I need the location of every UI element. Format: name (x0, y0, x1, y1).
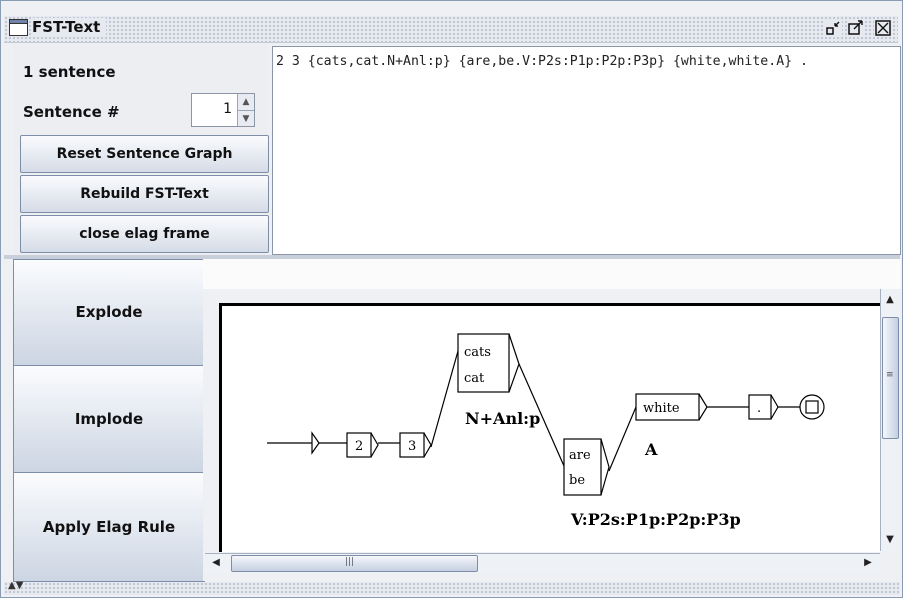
scroll-up-icon[interactable]: ▲ (881, 291, 899, 309)
spinner-down-icon[interactable]: ▼ (238, 110, 254, 127)
box-cats-arrow (508, 333, 520, 393)
spinner-arrows: ▲ ▼ (237, 94, 254, 126)
box-are-arrow (600, 438, 610, 496)
box-cats-label-2: cat (464, 371, 485, 386)
box-3-label: 3 (408, 439, 416, 454)
spinner-up-icon[interactable]: ▲ (238, 94, 254, 110)
sentence-number-label: Sentence # (23, 103, 120, 121)
graph-edge (430, 350, 459, 448)
window-title: FST-Text (32, 18, 107, 36)
box-3-arrow (423, 432, 432, 458)
explode-button[interactable]: Explode (13, 259, 205, 366)
scroll-down-icon[interactable]: ▼ (881, 531, 899, 549)
sentence-number-spinner[interactable]: 1 ▲ ▼ (191, 93, 255, 127)
sentence-graph: 2 3 cats cat are be white . N+Anl:p V:P2… (267, 333, 825, 529)
box-are-label-2: be (569, 473, 585, 488)
scroll-corner (880, 553, 899, 572)
box-dot-arrow (770, 394, 779, 420)
apply-elag-rule-button[interactable]: Apply Elag Rule (13, 472, 205, 582)
sentence-text-area[interactable]: 2 3 {cats,cat.N+Anl:p} {are,be.V:P2s:P1p… (272, 46, 901, 255)
final-state-outer (799, 394, 825, 420)
sentence-text[interactable]: 2 3 {cats,cat.N+Anl:p} {are,be.V:P2s:P1p… (273, 47, 900, 70)
initial-state-arrow (311, 431, 320, 455)
grip-icon: ≡ (886, 370, 894, 380)
sentence-panel: 1 sentence Sentence # 1 ▲ ▼ Reset Senten… (13, 43, 269, 255)
scroll-right-icon[interactable]: ▶ (859, 554, 877, 572)
box-are-label-1: are (569, 448, 591, 463)
reset-sentence-graph-button[interactable]: Reset Sentence Graph (20, 135, 269, 173)
box-dot-label: . (757, 401, 761, 416)
horizontal-scrollbar[interactable]: ◀ ||| ▶ (205, 553, 880, 572)
box-white-label: white (643, 401, 680, 416)
horizontal-scroll-thumb[interactable]: ||| (231, 555, 478, 572)
graph-edge (608, 406, 637, 472)
maximize-icon[interactable] (847, 19, 865, 37)
grip-icon: ||| (345, 557, 355, 567)
box-are-output: V:P2s:P1p:P2p:P3p (570, 510, 741, 529)
vertical-scroll-thumb[interactable]: ≡ (882, 317, 899, 439)
rebuild-fst-text-button[interactable]: Rebuild FST-Text (20, 175, 269, 213)
scroll-left-icon[interactable]: ◀ (207, 554, 225, 572)
box-white-arrow (698, 393, 708, 421)
sentence-graph-canvas[interactable]: 2 3 cats cat are be white . N+Anl:p V:P2… (219, 303, 882, 552)
box-2-arrow (370, 432, 379, 458)
final-state-inner (805, 400, 819, 414)
status-bar: ▲▼ (4, 580, 900, 595)
implode-button[interactable]: Implode (13, 365, 205, 473)
close-icon[interactable] (874, 19, 892, 37)
box-2-label: 2 (355, 439, 363, 454)
graph-header-area (203, 259, 901, 289)
title-bar[interactable]: FST-Text (4, 16, 898, 43)
resize-arrows-icon[interactable]: ▲▼ (8, 580, 23, 591)
iconify-icon[interactable] (824, 19, 842, 37)
window-icon (9, 19, 28, 36)
sentence-number-value[interactable]: 1 (223, 101, 232, 117)
sentence-count: 1 sentence (23, 63, 116, 81)
close-elag-frame-button[interactable]: close elag frame (20, 215, 269, 253)
box-cats-output: N+Anl:p (465, 409, 540, 428)
fst-text-window: FST-Text 1 sentence Sentence # 1 ▲ ▼ Res… (0, 0, 903, 598)
vertical-scrollbar[interactable]: ▲ ≡ ▼ (880, 289, 899, 551)
box-white-output: A (644, 440, 658, 459)
box-cats-label-1: cats (464, 345, 491, 360)
